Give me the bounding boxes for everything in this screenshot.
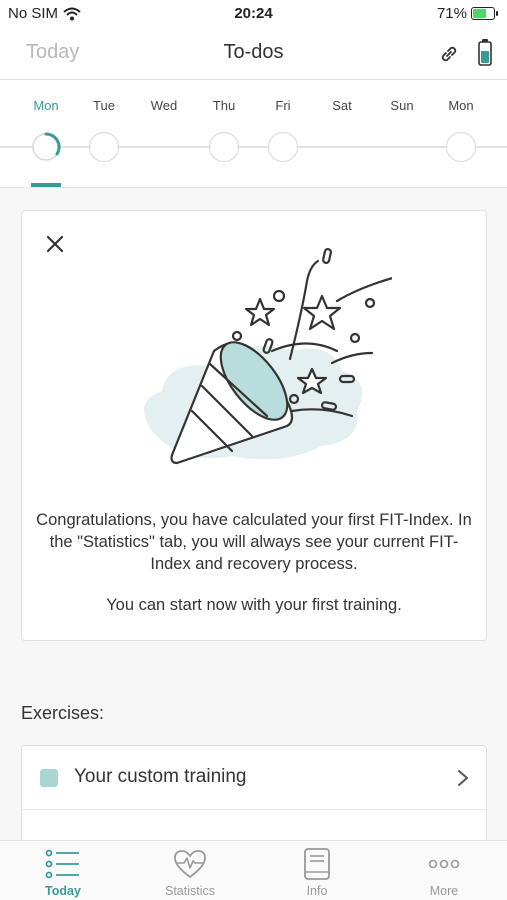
day-dot-3[interactable] bbox=[209, 132, 239, 162]
list-icon bbox=[45, 849, 79, 879]
start-training-message: You can start now with your first traini… bbox=[106, 596, 402, 614]
sensor-battery-icon[interactable] bbox=[477, 38, 493, 66]
status-right: 71% bbox=[436, 5, 498, 22]
exercise-list: Your custom training bbox=[21, 745, 487, 855]
tab-today[interactable]: Today bbox=[0, 841, 126, 900]
tab-more[interactable]: More bbox=[381, 841, 507, 900]
active-day-indicator bbox=[31, 183, 61, 187]
day-label-2[interactable]: Wed bbox=[134, 98, 194, 113]
congrats-message: Congratulations, you have calculated you… bbox=[36, 511, 472, 573]
day-label-6[interactable]: Sun bbox=[372, 98, 432, 113]
book-icon bbox=[304, 848, 330, 880]
tab-more-label: More bbox=[429, 884, 459, 898]
day-dot-0[interactable] bbox=[31, 132, 61, 162]
congrats-card: Congratulations, you have calculated you… bbox=[21, 210, 487, 641]
heart-pulse-icon bbox=[174, 850, 206, 879]
exercises-heading: Exercises: bbox=[21, 703, 105, 723]
battery-level bbox=[473, 9, 487, 18]
tab-statistics-label: Statistics bbox=[164, 884, 215, 898]
nav-bar: Today To-dos bbox=[0, 28, 507, 80]
tab-bar: Today Statistics Info More bbox=[0, 840, 507, 900]
battery-icon bbox=[471, 7, 498, 20]
day-label-7[interactable]: Mon bbox=[431, 98, 491, 113]
progress-ring-icon bbox=[32, 132, 61, 161]
day-label-0[interactable]: Mon bbox=[16, 98, 76, 113]
close-icon[interactable] bbox=[44, 233, 66, 255]
tab-today-label: Today bbox=[45, 884, 81, 898]
status-bar: No SIM 20:24 71% bbox=[0, 0, 507, 28]
party-popper-illustration bbox=[144, 247, 392, 465]
day-dot-1[interactable] bbox=[89, 132, 119, 162]
day-dot-7[interactable] bbox=[446, 132, 476, 162]
day-label-3[interactable]: Thu bbox=[194, 98, 254, 113]
tab-info[interactable]: Info bbox=[254, 841, 380, 900]
tab-info-label: Info bbox=[306, 884, 328, 898]
chevron-right-icon bbox=[458, 770, 468, 786]
clock: 20:24 bbox=[234, 5, 273, 22]
week-track bbox=[0, 146, 507, 148]
exercise-color-square bbox=[40, 769, 58, 787]
exercise-label: Your custom training bbox=[74, 766, 247, 787]
day-label-1[interactable]: Tue bbox=[74, 98, 134, 113]
more-dots-icon bbox=[428, 859, 460, 869]
day-dot-4[interactable] bbox=[268, 132, 298, 162]
exercise-item-custom-training[interactable]: Your custom training bbox=[22, 746, 486, 810]
day-label-4[interactable]: Fri bbox=[253, 98, 313, 113]
battery-percent: 71% bbox=[436, 5, 467, 22]
page-title: To-dos bbox=[223, 41, 284, 63]
tab-statistics[interactable]: Statistics bbox=[127, 841, 253, 900]
day-label-5[interactable]: Sat bbox=[312, 98, 372, 113]
day-labels: Mon Tue Wed Thu Fri Sat Sun Mon bbox=[0, 98, 507, 114]
week-strip: Mon Tue Wed Thu Fri Sat Sun Mon bbox=[0, 80, 507, 188]
link-icon[interactable] bbox=[437, 42, 461, 66]
